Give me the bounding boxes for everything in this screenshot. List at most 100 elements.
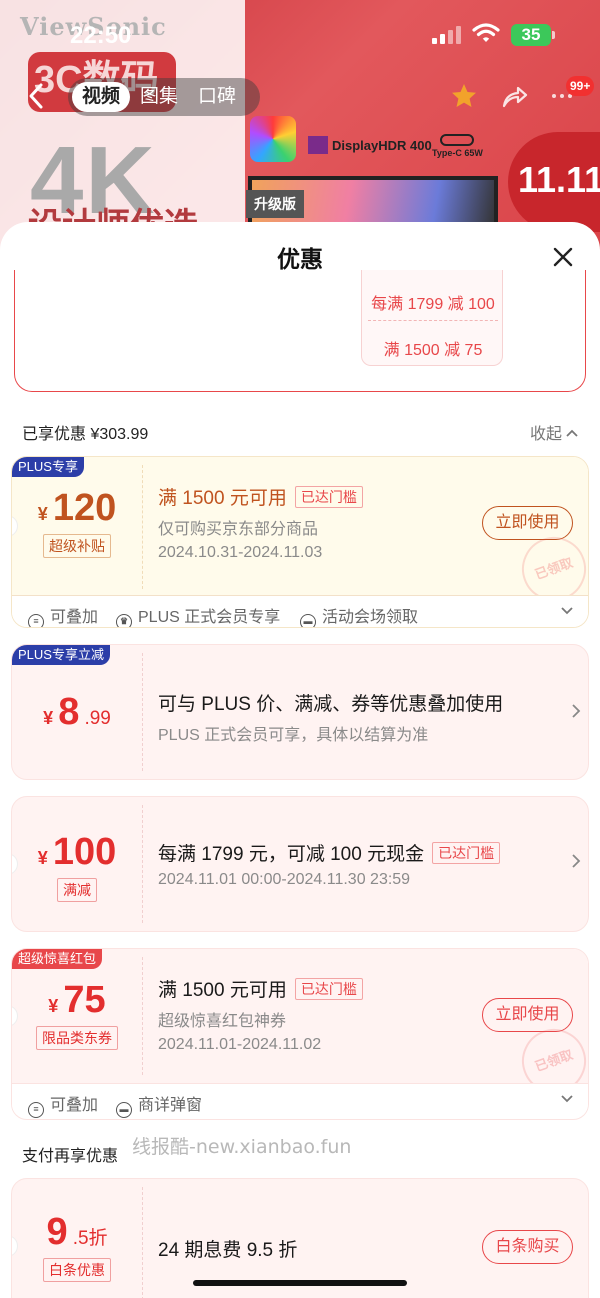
divider	[142, 1187, 143, 1298]
ticket-icon: ▬	[300, 614, 316, 627]
status-time: 22:50	[70, 22, 132, 49]
coupon-amount: 120	[52, 487, 117, 529]
coupon-type-chip: 限品类东券	[36, 1026, 118, 1050]
coupon-value: ¥ 75 限品类东券	[12, 979, 142, 1050]
divider	[142, 805, 143, 923]
coupon-description: 超级惊喜红包神券	[158, 1013, 287, 1030]
stackable-icon: ≡	[28, 1102, 44, 1118]
chevron-down-icon[interactable]	[560, 606, 574, 616]
coupon-value: ¥ 8 .99	[12, 691, 142, 734]
coupon-value: ¥ 100 满减	[12, 831, 142, 902]
share-icon[interactable]	[500, 82, 528, 110]
mini-coupon: 每满 1799 减 100	[371, 296, 495, 313]
coupon-card-plus-discount[interactable]: PLUS专享立减 ¥ 8 .99 可与 PLUS 价、满减、券等优惠叠加使用 P…	[11, 644, 589, 780]
divider	[368, 320, 498, 321]
coupon-footer: ≡ 可叠加 ▬ 商详弹窗	[12, 1083, 588, 1118]
coupon-title-text: 满 1500 元可用	[158, 488, 287, 509]
coupon-title: 可与 PLUS 价、满减、券等优惠叠加使用	[158, 694, 504, 715]
stackable-icon: ≡	[28, 614, 44, 627]
wifi-icon	[472, 23, 500, 42]
favorite-star-icon[interactable]	[450, 82, 478, 110]
cellular-signal-icon	[432, 26, 461, 44]
collapse-button[interactable]: 收起	[530, 420, 579, 444]
coupon-validity: 2024.11.01 00:00-2024.11.30 23:59	[158, 871, 411, 888]
coupon-amount: 8	[58, 691, 80, 733]
coupon-footer: ≡ 可叠加 ♛ PLUS 正式会员专享 ▬ 活动会场领取	[12, 595, 588, 627]
usb-c-icon	[440, 134, 475, 146]
discount-summary-card: 每满 1799 减 100 满 1500 减 75	[14, 270, 586, 392]
mini-coupon: 满 1500 减 75	[383, 342, 483, 359]
crown-icon: ♛	[116, 614, 132, 627]
pay-offer-title: 24 期息费 9.5 折	[158, 1240, 298, 1261]
tab-video[interactable]: 视频	[72, 82, 131, 112]
media-tabs: 视频 图集 口碑	[68, 78, 260, 116]
collapse-label: 收起	[530, 426, 563, 443]
coupon-amount: 100	[52, 831, 117, 873]
sheet-title: 优惠	[277, 246, 323, 272]
divider	[142, 653, 143, 771]
currency-symbol: ¥	[37, 504, 48, 524]
battery-icon: 35	[511, 24, 555, 46]
mini-coupon-list: 每满 1799 减 100 满 1500 减 75	[361, 270, 503, 366]
coupon-tag: 超级惊喜红包	[12, 949, 103, 969]
coupon-title: 满 1500 元可用 已达门槛	[158, 483, 363, 510]
feature-logo-icon	[250, 116, 296, 162]
discount-sheet: 优惠 每满 1799 减 100 满 1500 减 75 已享优惠 ¥303.9…	[0, 222, 600, 1298]
coupon-amount-decimal: .99	[84, 708, 111, 729]
chevron-up-icon	[566, 429, 579, 437]
stackable-label: ≡ 可叠加	[28, 1091, 98, 1118]
coupon-scope: 仅可购买京东部分商品	[158, 521, 319, 538]
coupon-card-red-packet: 超级惊喜红包 ¥ 75 限品类东券 满 1500 元可用 已达门槛 超级惊喜红包神…	[11, 948, 589, 1120]
coupon-tag: PLUS专享立减	[12, 645, 110, 665]
event-badge: 11.11	[508, 132, 600, 232]
baitiao-buy-button[interactable]: 白条购买	[482, 1230, 573, 1264]
threshold-badge: 已达门槛	[294, 978, 363, 1000]
upgrade-label: 升级版	[246, 190, 304, 218]
coupon-validity: 2024.11.01-2024.11.02	[158, 1036, 322, 1053]
tab-reviews[interactable]: 口碑	[188, 82, 246, 112]
currency-symbol: ¥	[43, 708, 54, 728]
typec-label-wrap: Type-C 65W	[432, 134, 483, 158]
hdr-label: DisplayHDR 400	[332, 138, 432, 153]
discount-number: 9	[46, 1211, 68, 1253]
threshold-badge: 已达门槛	[432, 842, 501, 864]
coupon-tag: PLUS专享	[12, 457, 84, 477]
pay-offer-chip: 白条优惠	[43, 1258, 111, 1282]
more-icon[interactable]	[552, 94, 572, 98]
close-icon[interactable]	[552, 246, 574, 268]
use-now-button[interactable]: 立即使用	[482, 998, 573, 1032]
divider	[142, 465, 143, 589]
detail-popup-label: ▬ 商详弹窗	[116, 1091, 202, 1118]
ticket-icon: ▬	[116, 1102, 132, 1118]
message-badge: 99+	[566, 76, 595, 96]
vesa-logo-icon	[308, 136, 328, 154]
pay-offer-value: 9 .5折 白条优惠	[12, 1211, 142, 1282]
typec-label: Type-C 65W	[432, 148, 483, 158]
coupon-value: ¥ 120 超级补贴	[12, 487, 142, 558]
coupon-title: 满 1500 元可用 已达门槛	[158, 975, 363, 1002]
enjoyed-discount-total: 已享优惠 ¥303.99	[22, 426, 149, 443]
tab-gallery[interactable]: 图集	[130, 82, 188, 112]
coupon-title-text: 每满 1799 元，可减 100 元现金	[158, 844, 425, 865]
back-icon[interactable]	[26, 82, 46, 110]
coupon-card-full-reduction[interactable]: ¥ 100 满减 每满 1799 元，可减 100 元现金 已达门槛 2024.1…	[11, 796, 589, 932]
home-indicator[interactable]	[193, 1280, 407, 1286]
divider	[142, 957, 143, 1075]
pay-section-title: 支付再享优惠	[22, 1148, 119, 1165]
use-now-button[interactable]: 立即使用	[482, 506, 573, 540]
chevron-right-icon	[572, 704, 581, 718]
coupon-type-chip: 超级补贴	[43, 534, 111, 558]
coupon-card-plus: PLUS专享 ¥ 120 超级补贴 满 1500 元可用 已达门槛 仅可购买京东部…	[11, 456, 589, 628]
discount-unit: .5折	[72, 1228, 108, 1249]
currency-symbol: ¥	[48, 996, 59, 1016]
coupon-amount: 75	[63, 979, 106, 1021]
coupon-type-chip: 满减	[57, 878, 97, 902]
chevron-right-icon	[572, 854, 581, 868]
venue-claim-label: ▬ 活动会场领取	[300, 603, 418, 627]
plus-member-label: ♛ PLUS 正式会员专享	[116, 603, 280, 627]
stackable-label: ≡ 可叠加	[28, 603, 98, 627]
coupon-title-text: 满 1500 元可用	[158, 980, 287, 1001]
currency-symbol: ¥	[37, 848, 48, 868]
threshold-badge: 已达门槛	[294, 486, 363, 508]
chevron-down-icon[interactable]	[560, 1094, 574, 1104]
